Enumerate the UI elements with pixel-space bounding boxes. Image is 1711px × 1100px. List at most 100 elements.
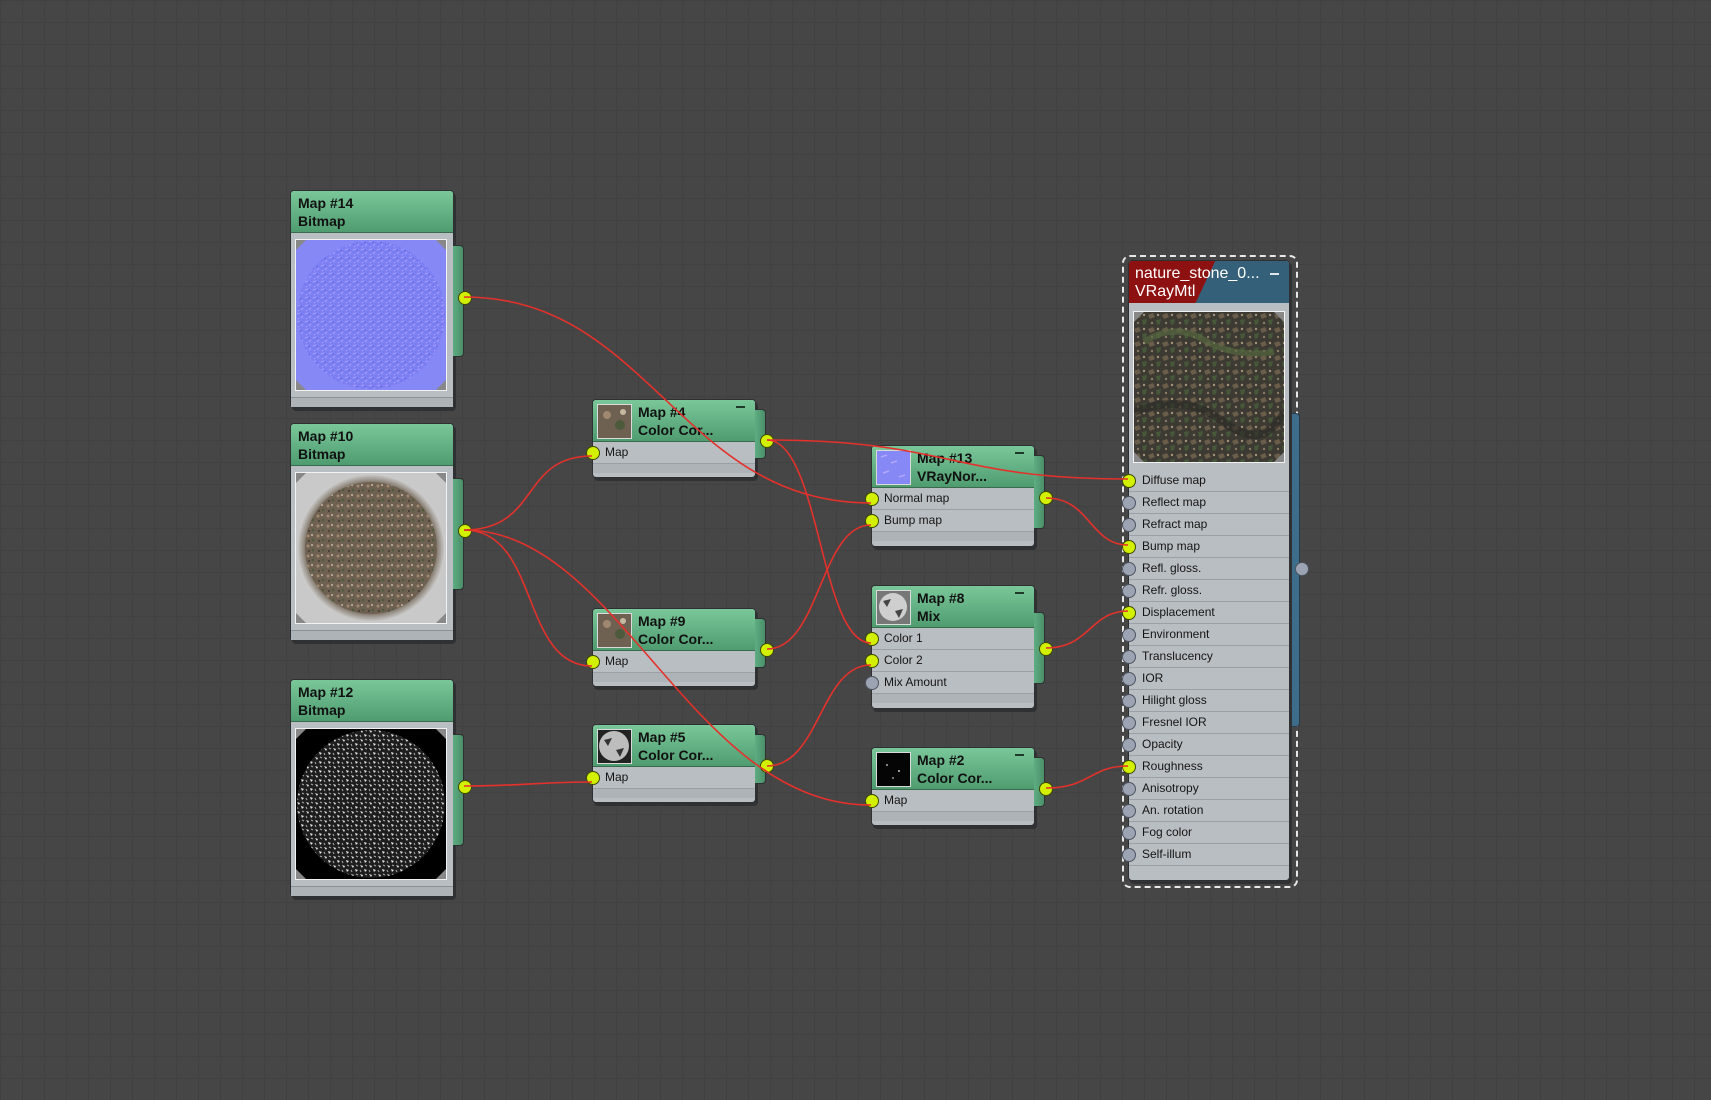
slot-socket[interactable]	[1122, 540, 1136, 554]
slot-label: Fog color	[1142, 825, 1193, 839]
slot-socket[interactable]	[1122, 782, 1136, 796]
node-map12-bitmap[interactable]: Map #12 Bitmap	[290, 679, 472, 897]
slot-socket[interactable]	[1122, 848, 1136, 862]
material-name: nature_stone_0...	[1135, 265, 1260, 282]
slot-socket[interactable]	[1122, 694, 1136, 708]
input-socket[interactable]	[586, 446, 600, 460]
input-row-color1: Color 1	[865, 628, 1034, 650]
input-row-bump-map: Bump map	[865, 510, 1034, 532]
node-type: VRayNor...	[917, 468, 988, 484]
wire-map5-to-map8-color2	[766, 664, 872, 767]
node-footer	[291, 630, 453, 640]
output-socket[interactable]	[1039, 642, 1053, 656]
input-socket[interactable]	[586, 655, 600, 669]
node-header[interactable]: Map #5 Color Cor...	[593, 725, 755, 767]
node-map5-colorcorrect[interactable]: Map #5 Color Cor... Map	[586, 724, 774, 803]
slot-an-rotation: An. rotation	[1122, 800, 1289, 822]
node-map14-bitmap[interactable]: Map #14 Bitmap	[290, 190, 472, 408]
node-type: Mix	[917, 608, 941, 624]
input-label: Bump map	[884, 513, 943, 527]
minimize-icon[interactable]	[1015, 592, 1024, 594]
slot-label: Reflect map	[1142, 495, 1207, 509]
minimize-icon[interactable]	[736, 406, 745, 408]
output-socket[interactable]	[1039, 491, 1053, 505]
node-footer	[291, 397, 453, 407]
node-header[interactable]: Map #4 Color Cor...	[593, 400, 755, 442]
input-socket[interactable]	[865, 514, 879, 528]
material-output-socket[interactable]	[1295, 562, 1309, 576]
slot-label: Fresnel IOR	[1142, 715, 1207, 729]
slot-socket[interactable]	[1122, 562, 1136, 576]
node-vraymtl-material[interactable]: nature_stone_0... VRayMtl Diffuse map Re…	[1122, 260, 1290, 881]
node-header[interactable]: Map #8 Mix	[872, 586, 1034, 628]
slot-label: Diffuse map	[1142, 473, 1206, 487]
slot-translucency: Translucency	[1122, 646, 1289, 668]
node-map9-colorcorrect[interactable]: Map #9 Color Cor... Map	[586, 608, 774, 687]
node-header[interactable]: Map #9 Color Cor...	[593, 609, 755, 651]
output-socket[interactable]	[760, 759, 774, 773]
slot-socket[interactable]	[1122, 518, 1136, 532]
slot-label: Opacity	[1142, 737, 1183, 751]
slot-socket[interactable]	[1122, 584, 1136, 598]
dark-thumbnail	[876, 752, 911, 787]
stone-diffuse-preview	[295, 472, 447, 624]
material-header[interactable]: nature_stone_0... VRayMtl	[1129, 261, 1289, 303]
output-socket[interactable]	[760, 434, 774, 448]
input-socket[interactable]	[865, 654, 879, 668]
node-header[interactable]: Map #2 Color Cor...	[872, 748, 1034, 790]
slot-socket[interactable]	[1122, 650, 1136, 664]
slot-socket[interactable]	[1122, 606, 1136, 620]
node-type: Bitmap	[298, 702, 346, 718]
input-row-color2: Color 2	[865, 650, 1034, 672]
output-socket[interactable]	[458, 291, 472, 305]
slot-socket[interactable]	[1122, 716, 1136, 730]
slot-label: Roughness	[1142, 759, 1203, 773]
node-map8-mix[interactable]: Map #8 Mix Color 1 Color 2 Mix Amount	[865, 585, 1053, 709]
slot-socket[interactable]	[1122, 496, 1136, 510]
node-header[interactable]: Map #14 Bitmap	[291, 191, 453, 233]
node-map13-vraynormal[interactable]: Map #13 VRayNor... Normal map Bump map	[865, 445, 1053, 547]
minimize-icon[interactable]	[1015, 754, 1024, 756]
node-map2-colorcorrect[interactable]: Map #2 Color Cor... Map	[865, 747, 1053, 826]
slot-socket[interactable]	[1122, 804, 1136, 818]
input-socket[interactable]	[865, 676, 879, 690]
output-socket[interactable]	[458, 524, 472, 538]
slot-socket[interactable]	[1122, 760, 1136, 774]
node-title: Map #5	[638, 729, 686, 745]
material-preview	[1133, 311, 1285, 463]
input-socket[interactable]	[865, 632, 879, 646]
node-header[interactable]: Map #10 Bitmap	[291, 424, 453, 466]
node-footer	[872, 694, 1034, 703]
input-socket[interactable]	[865, 492, 879, 506]
slot-socket[interactable]	[1122, 628, 1136, 642]
node-type: Color Cor...	[638, 422, 714, 438]
slot-socket[interactable]	[1122, 826, 1136, 840]
slot-label: Refract map	[1142, 517, 1208, 531]
stone-thumbnail	[597, 404, 632, 439]
node-header[interactable]: Map #12 Bitmap	[291, 680, 453, 722]
slot-diffuse-map: Diffuse map	[1122, 470, 1289, 492]
node-type: Color Cor...	[638, 747, 714, 763]
input-socket[interactable]	[586, 771, 600, 785]
node-map4-colorcorrect[interactable]: Map #4 Color Cor... Map	[586, 399, 774, 478]
minimize-icon[interactable]	[1270, 273, 1279, 275]
slot-socket[interactable]	[1122, 474, 1136, 488]
slot-label: An. rotation	[1142, 803, 1204, 817]
slot-socket[interactable]	[1122, 738, 1136, 752]
output-socket[interactable]	[760, 643, 774, 657]
wire-map4-to-map8-color1	[766, 439, 872, 644]
wire-map9-to-map13-bump	[766, 524, 872, 650]
output-socket[interactable]	[458, 780, 472, 794]
node-title: Map #14	[298, 195, 354, 211]
node-map10-bitmap[interactable]: Map #10 Bitmap	[290, 423, 472, 641]
output-socket[interactable]	[1039, 782, 1053, 796]
stone-thumbnail	[597, 613, 632, 648]
input-socket[interactable]	[865, 794, 879, 808]
wires-layer	[463, 296, 1129, 806]
minimize-icon[interactable]	[1015, 452, 1024, 454]
node-type: Bitmap	[298, 213, 346, 229]
node-header[interactable]: Map #13 VRayNor...	[872, 446, 1034, 488]
slot-socket[interactable]	[1122, 672, 1136, 686]
node-type: Bitmap	[298, 446, 346, 462]
input-label: Map	[884, 793, 908, 807]
